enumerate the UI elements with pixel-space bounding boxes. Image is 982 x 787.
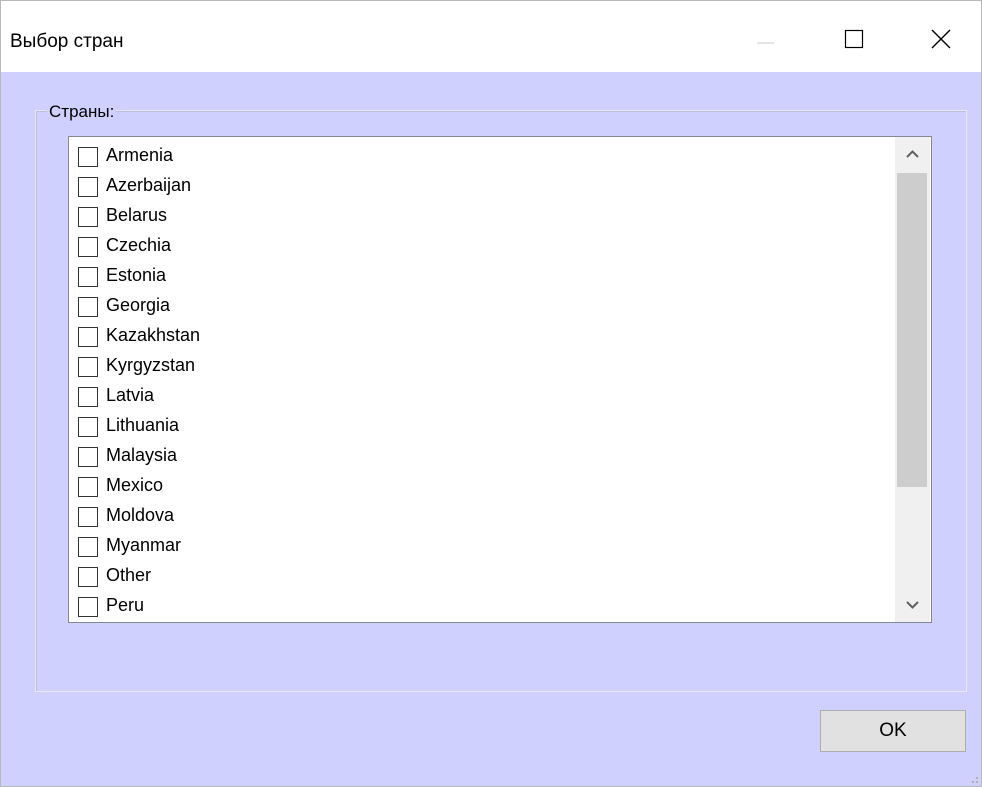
country-checkbox[interactable] xyxy=(78,207,98,227)
countries-checklist[interactable]: Armenia Azerbaijan Belarus Czechia Estonia Ge… xyxy=(68,136,932,623)
close-button[interactable] xyxy=(915,15,971,71)
country-checkbox[interactable] xyxy=(78,177,98,197)
country-checkbox[interactable] xyxy=(78,477,98,497)
scroll-up-button[interactable] xyxy=(895,137,930,171)
minimize-icon xyxy=(757,42,774,44)
ok-button[interactable]: OK xyxy=(820,710,966,752)
scroll-thumb[interactable] xyxy=(897,173,927,487)
country-item[interactable]: Estonia xyxy=(76,261,886,291)
country-checkbox[interactable] xyxy=(78,357,98,377)
country-checkbox[interactable] xyxy=(78,447,98,467)
country-checkbox[interactable] xyxy=(78,327,98,347)
country-item[interactable]: Kyrgyzstan xyxy=(76,351,886,381)
country-label: Moldova xyxy=(106,505,175,525)
country-label: Czechia xyxy=(106,235,172,255)
country-item[interactable]: Mexico xyxy=(76,471,886,501)
country-item[interactable]: Other xyxy=(76,561,886,591)
minimize-button[interactable] xyxy=(737,15,793,71)
country-checkbox[interactable] xyxy=(78,417,98,437)
country-item[interactable]: Peru xyxy=(76,591,886,621)
country-checkbox[interactable] xyxy=(78,597,98,617)
country-label: Latvia xyxy=(106,385,155,405)
country-label: Mexico xyxy=(106,475,164,495)
country-checkbox[interactable] xyxy=(78,537,98,557)
country-label: Georgia xyxy=(106,295,171,315)
country-item[interactable]: Malaysia xyxy=(76,441,886,471)
country-label: Azerbaijan xyxy=(106,175,192,195)
country-label: Belarus xyxy=(106,205,168,225)
country-label: Peru xyxy=(106,595,145,615)
close-icon xyxy=(931,29,951,49)
country-label: Armenia xyxy=(106,145,174,165)
country-item[interactable]: Moldova xyxy=(76,501,886,531)
country-item[interactable]: Kazakhstan xyxy=(76,321,886,351)
country-item[interactable]: Myanmar xyxy=(76,531,886,561)
country-checkbox[interactable] xyxy=(78,237,98,257)
country-label: Other xyxy=(106,565,152,585)
country-item[interactable]: Belarus xyxy=(76,201,886,231)
country-label: Estonia xyxy=(106,265,167,285)
country-label: Kazakhstan xyxy=(106,325,201,345)
country-checkbox[interactable] xyxy=(78,297,98,317)
country-item[interactable]: Lithuania xyxy=(76,411,886,441)
country-item[interactable]: Azerbaijan xyxy=(76,171,886,201)
chevron-down-icon xyxy=(906,601,919,609)
country-checkbox[interactable] xyxy=(78,567,98,587)
chevron-up-icon xyxy=(906,150,919,158)
country-checkbox[interactable] xyxy=(78,267,98,287)
country-item[interactable]: Czechia xyxy=(76,231,886,261)
countries-group-label: Страны: xyxy=(47,102,117,122)
country-selection-dialog: Выбор стран Страны: Armenia Azerbaijan Bel… xyxy=(0,0,982,787)
country-item[interactable]: Georgia xyxy=(76,291,886,321)
maximize-button[interactable] xyxy=(825,15,881,71)
vertical-scrollbar[interactable] xyxy=(895,137,930,622)
country-checkbox[interactable] xyxy=(78,387,98,407)
country-label: Kyrgyzstan xyxy=(106,355,196,375)
window-title: Выбор стран xyxy=(10,31,124,52)
maximize-icon xyxy=(844,29,864,49)
scroll-down-button[interactable] xyxy=(895,588,930,622)
country-checkbox[interactable] xyxy=(78,147,98,167)
country-label: Malaysia xyxy=(106,445,178,465)
dialog-body: Страны: Armenia Azerbaijan Belarus Czechia E… xyxy=(1,72,981,786)
resize-grip-icon[interactable] xyxy=(969,774,979,784)
country-label: Myanmar xyxy=(106,535,182,555)
country-item[interactable]: Armenia xyxy=(76,141,886,171)
countries-list: Armenia Azerbaijan Belarus Czechia Estonia Ge… xyxy=(76,141,886,621)
country-item[interactable]: Latvia xyxy=(76,381,886,411)
country-label: Lithuania xyxy=(106,415,180,435)
country-checkbox[interactable] xyxy=(78,507,98,527)
title-bar[interactable]: Выбор стран xyxy=(1,1,981,72)
